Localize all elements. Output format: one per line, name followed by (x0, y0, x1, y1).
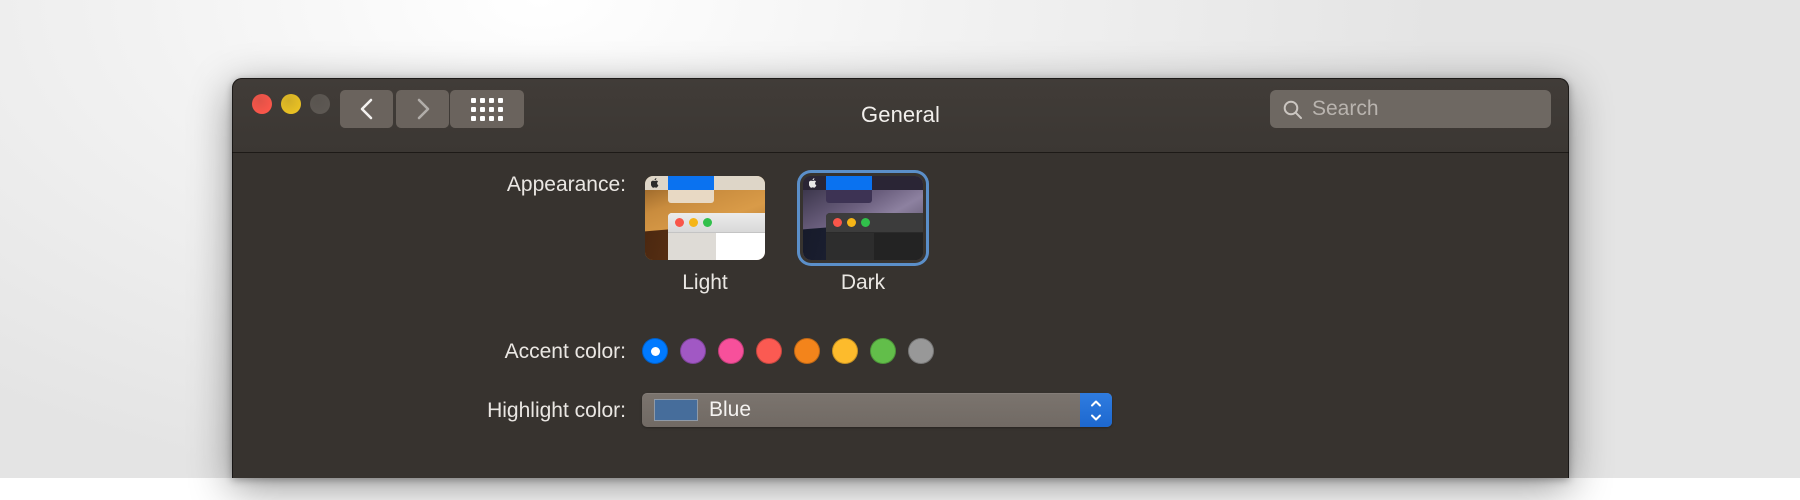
highlight-color-popup-button[interactable]: Blue (642, 393, 1112, 427)
accent-color-row: Accent color: (232, 338, 1569, 364)
appearance-option-dark[interactable]: Dark (800, 173, 926, 295)
preferences-content: Appearance: Light Dark Accent color: Hig… (232, 153, 1569, 478)
stepper-down-icon (1091, 414, 1101, 420)
thumb-window-sidebar (668, 233, 716, 260)
dark-thumbnail-wrap[interactable] (800, 173, 926, 263)
highlight-color-swatch (654, 399, 698, 421)
accent-swatch-orange[interactable] (794, 338, 820, 364)
window-toolbar: General Search (232, 78, 1569, 153)
accent-swatch-blue[interactable] (642, 338, 668, 364)
thumb-minimize-dot (847, 218, 856, 227)
accent-swatch-green[interactable] (870, 338, 896, 364)
system-preferences-window: General Search Appearance: Light Dark Ac… (232, 78, 1569, 478)
thumb-window-titlebar (668, 213, 765, 233)
accent-swatch-graphite[interactable] (908, 338, 934, 364)
accent-swatch-pink[interactable] (718, 338, 744, 364)
dark-option-label: Dark (840, 271, 886, 294)
accent-selected-indicator (650, 346, 660, 356)
thumb-zoom-dot (861, 218, 870, 227)
accent-color-swatches (642, 338, 934, 364)
thumb-menu-highlight (826, 176, 872, 190)
search-icon (1283, 100, 1302, 119)
thumb-window (826, 213, 923, 260)
thumb-menu-dropdown (826, 190, 872, 203)
accent-swatch-red[interactable] (756, 338, 782, 364)
thumb-minimize-dot (689, 218, 698, 227)
thumb-close-dot (833, 218, 842, 227)
apple-logo-icon (809, 178, 817, 188)
accent-swatch-purple[interactable] (680, 338, 706, 364)
stepper-up-down-icon (1091, 400, 1101, 406)
thumb-menu-dropdown (668, 190, 714, 203)
light-thumbnail-wrap[interactable] (642, 173, 768, 263)
thumb-window-titlebar (826, 213, 923, 233)
thumb-close-dot (675, 218, 684, 227)
appearance-label: Appearance: (506, 173, 626, 196)
light-appearance-thumbnail (645, 176, 765, 260)
highlight-color-value: Blue (709, 398, 752, 421)
search-field[interactable]: Search (1270, 90, 1551, 128)
highlight-color-row: Highlight color: Blue (232, 393, 1569, 427)
light-option-label: Light (682, 271, 728, 294)
thumb-window-sidebar (826, 233, 874, 260)
desktop-lower-strip (0, 478, 1800, 500)
thumb-menu-highlight (668, 176, 714, 190)
appearance-option-light[interactable]: Light (642, 173, 768, 295)
thumb-zoom-dot (703, 218, 712, 227)
accent-swatch-yellow[interactable] (832, 338, 858, 364)
appearance-options: Light Dark (642, 173, 926, 295)
appearance-row: Appearance: Light Dark (232, 173, 1569, 295)
highlight-color-label: Highlight color: (487, 399, 626, 422)
thumb-window (668, 213, 765, 260)
highlight-color-stepper[interactable] (1080, 393, 1112, 427)
search-placeholder: Search (1312, 97, 1379, 120)
apple-logo-icon (651, 178, 659, 188)
dark-appearance-thumbnail (803, 176, 923, 260)
accent-color-label: Accent color: (504, 340, 626, 363)
